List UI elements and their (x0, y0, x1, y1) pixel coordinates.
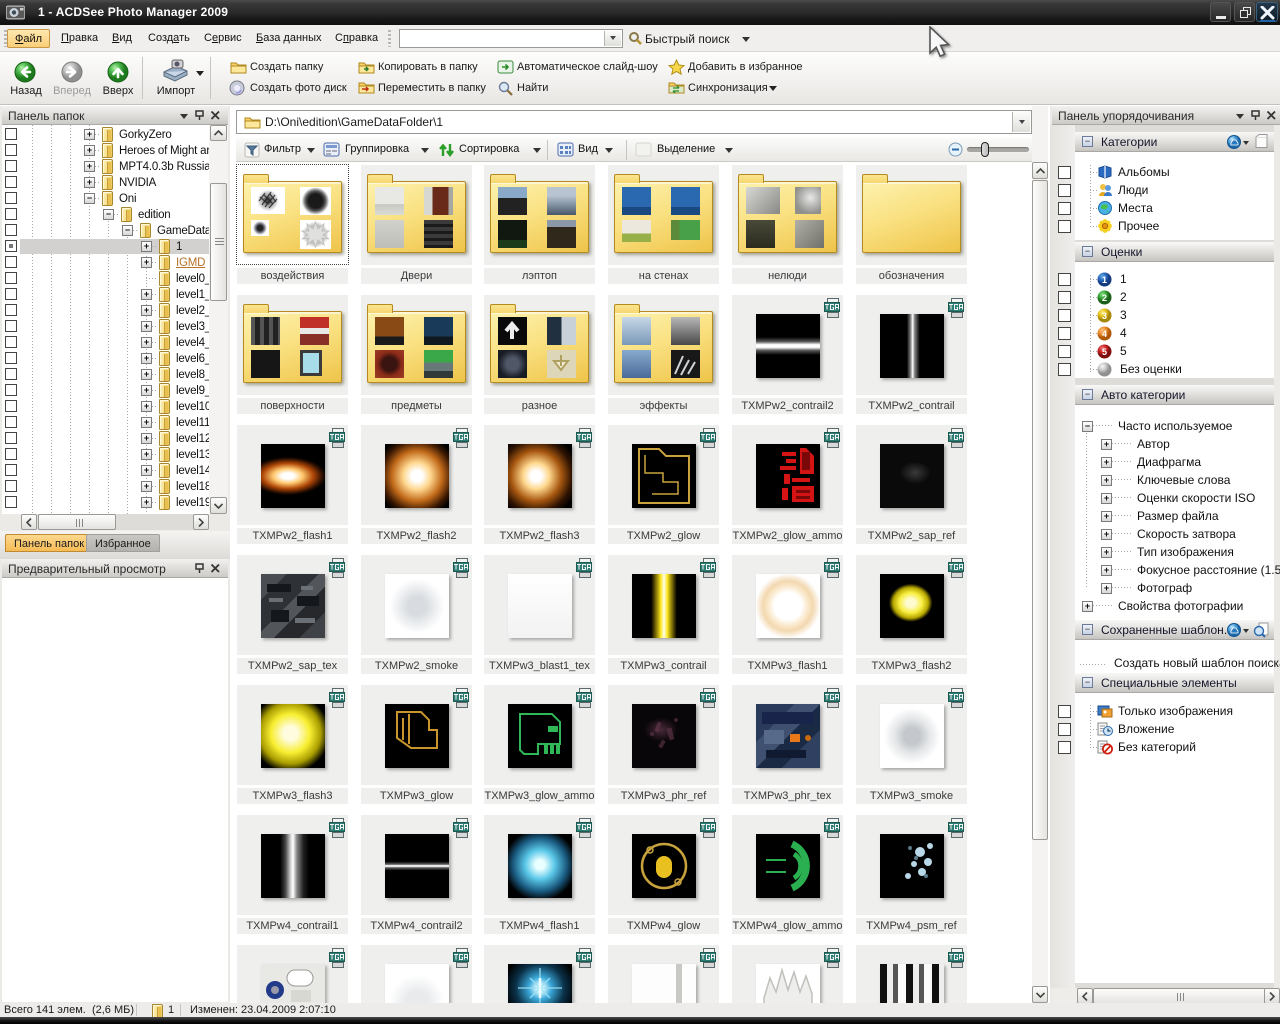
svg-text:1: 1 (1102, 275, 1107, 285)
svg-text:2: 2 (1102, 293, 1107, 303)
svg-text:5: 5 (1102, 347, 1107, 357)
svg-text:4: 4 (1102, 329, 1107, 339)
svg-text:3: 3 (1102, 311, 1107, 321)
